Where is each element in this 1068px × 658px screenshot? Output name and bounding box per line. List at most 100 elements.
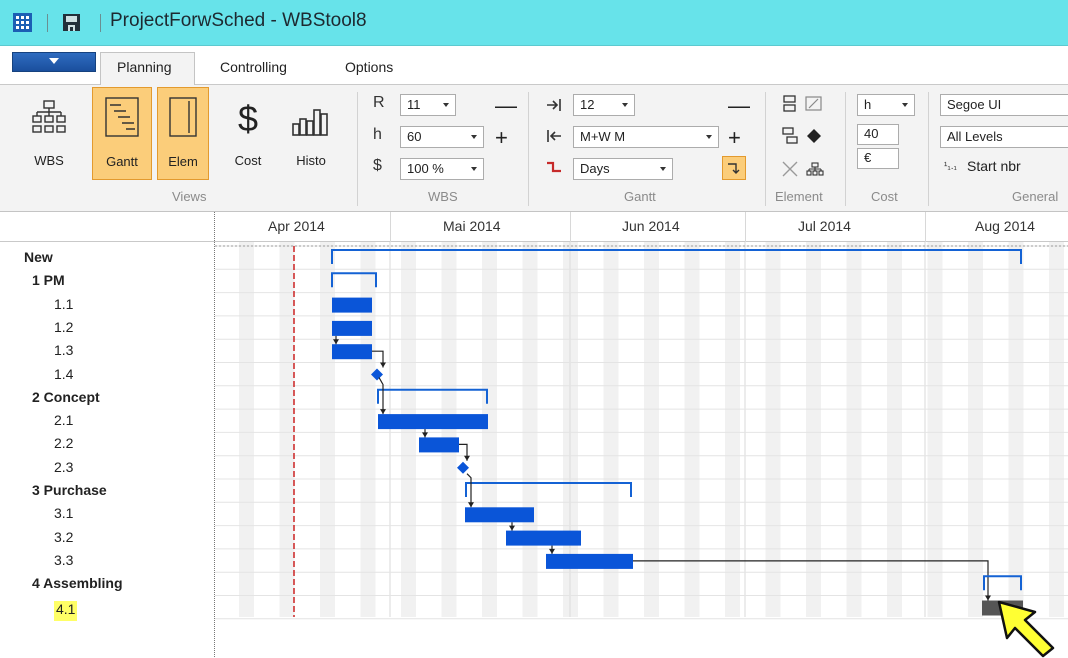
task-bar-1-3 — [332, 344, 372, 360]
gantt-minus-button[interactable]: — — [728, 95, 750, 117]
weekend-stripe — [401, 242, 416, 617]
wbs-row-label[interactable]: 3.1 — [54, 505, 73, 528]
insert-sub-icon[interactable] — [782, 127, 798, 145]
month-separator — [745, 212, 746, 242]
org-tree-icon[interactable] — [806, 162, 824, 176]
gantt-timescale-value: M+W M — [580, 129, 626, 144]
wbs-plus-button[interactable]: + — [495, 127, 508, 149]
wbs-row-label[interactable]: New — [24, 249, 53, 272]
cost-view-button[interactable]: $ Cost — [222, 92, 274, 178]
month-separator — [390, 212, 391, 242]
wbs-row-label[interactable]: 4 Assembling — [32, 575, 123, 598]
step-link-icon[interactable] — [546, 160, 562, 174]
delete-x-icon[interactable] — [781, 160, 799, 178]
chevron-down-icon — [902, 103, 908, 107]
app-grid-icon[interactable] — [13, 13, 32, 32]
cost-unit-value: h — [864, 97, 872, 112]
dependency-link-head — [464, 455, 470, 461]
wbs-group-label: WBS — [428, 189, 458, 204]
levels-select[interactable]: All Levels — [940, 126, 1068, 148]
cost-unit-select[interactable]: h — [857, 94, 915, 116]
cost-currency-field[interactable]: € — [857, 148, 899, 169]
gantt-view-label: Gantt — [106, 154, 138, 169]
wbs-row-label[interactable]: 2.3 — [54, 459, 73, 482]
group-separator — [765, 92, 766, 206]
gantt-group-label: Gantt — [624, 189, 656, 204]
weekend-stripe — [279, 242, 295, 617]
group-separator — [845, 92, 846, 206]
wbs-row-label[interactable]: 2.1 — [54, 412, 73, 435]
wbs-row-label[interactable]: 1.2 — [54, 319, 73, 342]
font-select[interactable]: Segoe UI — [940, 94, 1068, 116]
wbs-row-label[interactable]: 1.1 — [54, 296, 73, 319]
wbs-row-label[interactable]: 2.2 — [54, 435, 73, 458]
wbs-row-label[interactable]: 3.3 — [54, 552, 73, 575]
save-icon[interactable] — [63, 14, 80, 31]
elem-view-button[interactable]: Elem — [157, 87, 209, 180]
wbs-row-label[interactable]: 3.2 — [54, 529, 73, 552]
wbs-row-label[interactable]: 4.1 — [54, 600, 78, 621]
task-bar-2-1 — [378, 414, 488, 430]
wbs-view-label: WBS — [34, 153, 64, 168]
tab-controlling[interactable]: Controlling — [220, 59, 287, 75]
window-title: ProjectForwSched - WBStool8 — [110, 10, 367, 31]
title-bar: ProjectForwSched - WBStool8 — [0, 0, 1068, 46]
gantt-link-toggle[interactable] — [722, 156, 746, 180]
gantt-timescale-header — [0, 212, 1068, 242]
dependency-link-head — [380, 409, 386, 415]
edit-note-icon[interactable] — [805, 96, 823, 112]
mouse-cursor-icon — [997, 600, 1055, 658]
milestone-2-3 — [457, 461, 469, 474]
group-separator — [528, 92, 529, 206]
chevron-down-icon — [706, 135, 712, 139]
wbs-label-column: New 1 PM 1.1 1.2 1.3 1.4 2 Concept 2.1 2.2 2.3 3 P… — [0, 242, 215, 657]
wbs-row-label[interactable]: 1.4 — [54, 366, 73, 389]
titlebar-separator — [47, 14, 48, 32]
month-label: Mai 2014 — [443, 218, 501, 234]
histogram-icon — [292, 109, 328, 136]
gantt-unit-select[interactable]: Days — [573, 158, 673, 180]
month-separator — [570, 212, 571, 242]
insert-above-icon[interactable] — [782, 95, 798, 113]
milestone-diamond-icon[interactable] — [806, 128, 822, 144]
wbs-zoom-select[interactable]: 100 % — [400, 158, 484, 180]
histo-view-button[interactable]: Histo — [285, 92, 337, 178]
wbs-minus-button[interactable]: — — [495, 95, 517, 117]
month-separator — [925, 212, 926, 242]
cost-amount-field[interactable]: 40 — [857, 124, 899, 145]
weekend-stripe — [522, 242, 538, 617]
weekend-stripe — [1008, 242, 1024, 617]
summary-bar-concept — [377, 388, 488, 404]
gantt-indent-select[interactable]: 12 — [573, 94, 635, 116]
wbs-h-value: 60 — [407, 129, 422, 144]
wbs-view-button[interactable]: WBS — [26, 92, 72, 178]
file-menu-button[interactable] — [12, 52, 96, 72]
height-label: h — [373, 126, 382, 143]
task-bar-3-2 — [506, 530, 581, 546]
gantt-indent-value: 12 — [580, 97, 595, 112]
start-nbr-button[interactable]: Start nbr — [967, 158, 1021, 174]
indent-left-icon[interactable] — [546, 128, 562, 144]
indent-right-icon[interactable] — [546, 97, 562, 113]
start-nbr-icon: ¹₁.₁ — [944, 161, 957, 172]
task-bar-3-1 — [465, 507, 534, 523]
wbs-h-select[interactable]: 60 — [400, 126, 484, 148]
tab-planning-label[interactable]: Planning — [117, 59, 172, 75]
wbs-tree-icon — [32, 100, 66, 133]
wbs-row-label[interactable]: 1 PM — [32, 272, 65, 295]
wbs-r-select[interactable]: 11 — [400, 94, 456, 116]
gantt-view-button[interactable]: Gantt — [92, 87, 152, 180]
task-bar-1-2 — [332, 320, 372, 336]
month-label: Aug 2014 — [975, 218, 1035, 234]
gantt-plus-button[interactable]: + — [728, 127, 741, 149]
row-spacing-label: R — [373, 94, 385, 111]
task-bar-3-3 — [546, 553, 633, 569]
wbs-row-label[interactable]: 3 Purchase — [32, 482, 107, 505]
wbs-row-label[interactable]: 1.3 — [54, 342, 73, 365]
gantt-timescale-select[interactable]: M+W M — [573, 126, 719, 148]
dependency-link-head — [549, 548, 555, 554]
wbs-row-label[interactable]: 2 Concept — [32, 389, 100, 412]
gantt-chart[interactable] — [215, 242, 1068, 622]
tab-options[interactable]: Options — [345, 59, 393, 75]
zoom-label: $ — [373, 157, 382, 174]
